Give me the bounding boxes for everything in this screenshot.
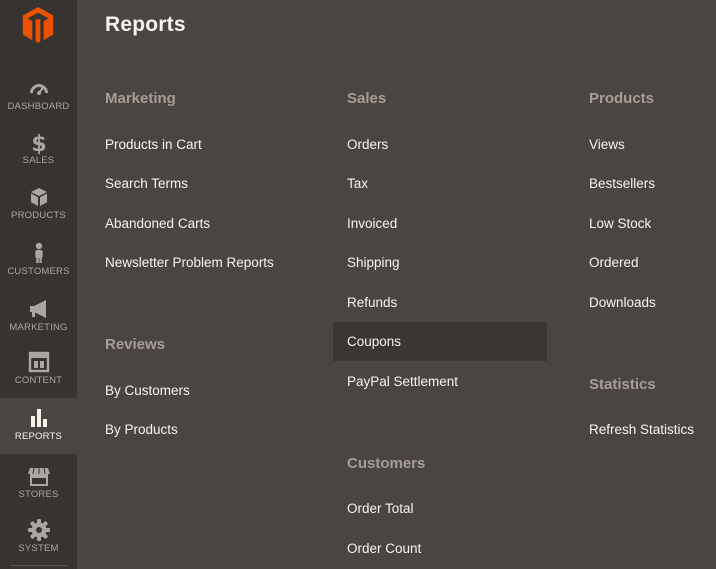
link-bestsellers[interactable]: Bestsellers xyxy=(589,176,655,191)
link-ordered[interactable]: Ordered xyxy=(589,255,639,270)
sidebar-item-label: STORES xyxy=(18,489,59,500)
heading-customers: Customers xyxy=(347,455,426,472)
dollar-icon: $ xyxy=(27,130,51,154)
heading-products: Products xyxy=(589,90,655,107)
sidebar-item-marketing[interactable]: MARKETING xyxy=(0,297,77,353)
sidebar-item-label: SALES xyxy=(22,155,55,166)
bar-chart-icon xyxy=(27,406,51,430)
link-abandoned-carts[interactable]: Abandoned Carts xyxy=(105,216,210,231)
sidebar-item-system[interactable]: SYSTEM xyxy=(0,518,77,569)
layout-icon xyxy=(27,350,51,374)
page-title: Reports xyxy=(105,13,186,36)
link-newsletter-problem-reports[interactable]: Newsletter Problem Reports xyxy=(105,255,274,270)
sidebar-item-label: REPORTS xyxy=(14,431,63,442)
heading-statistics: Statistics xyxy=(589,376,656,393)
megaphone-icon xyxy=(27,297,51,321)
link-refunds[interactable]: Refunds xyxy=(347,295,397,310)
sidebar-item-label: CUSTOMERS xyxy=(7,266,70,277)
person-icon xyxy=(27,241,51,265)
magento-logo-icon[interactable] xyxy=(20,6,56,44)
sidebar-item-sales[interactable]: $ SALES xyxy=(0,130,77,186)
admin-sidebar: DASHBOARD $ SALES PRODUCTS CUSTOMERS MAR… xyxy=(0,0,77,569)
link-invoiced[interactable]: Invoiced xyxy=(347,216,397,231)
link-by-customers[interactable]: By Customers xyxy=(105,383,190,398)
link-views[interactable]: Views xyxy=(589,137,625,152)
link-paypal-settlement[interactable]: PayPal Settlement xyxy=(347,374,458,389)
heading-sales: Sales xyxy=(347,90,387,107)
link-shipping[interactable]: Shipping xyxy=(347,255,400,270)
sidebar-item-dashboard[interactable]: DASHBOARD xyxy=(0,76,77,132)
admin-app: DASHBOARD $ SALES PRODUCTS CUSTOMERS MAR… xyxy=(0,0,716,569)
heading-marketing: Marketing xyxy=(105,90,176,107)
link-by-products[interactable]: By Products xyxy=(105,422,178,437)
link-products-in-cart[interactable]: Products in Cart xyxy=(105,137,202,152)
sidebar-item-label: CONTENT xyxy=(14,375,63,386)
link-refresh-statistics[interactable]: Refresh Statistics xyxy=(589,422,694,437)
speedometer-icon xyxy=(27,76,51,100)
gear-icon xyxy=(27,518,51,542)
sidebar-item-label: SYSTEM xyxy=(18,543,59,554)
sidebar-item-reports[interactable]: REPORTS xyxy=(0,398,77,454)
sidebar-item-customers[interactable]: CUSTOMERS xyxy=(0,241,77,297)
link-search-terms[interactable]: Search Terms xyxy=(105,176,188,191)
svg-text:$: $ xyxy=(31,132,46,154)
cube-icon xyxy=(27,185,51,209)
link-orders[interactable]: Orders xyxy=(347,137,388,152)
link-low-stock[interactable]: Low Stock xyxy=(589,216,651,231)
storefront-icon xyxy=(27,464,51,488)
link-order-count[interactable]: Order Count xyxy=(347,541,421,556)
link-coupons[interactable]: Coupons xyxy=(333,322,547,361)
heading-reviews: Reviews xyxy=(105,336,166,353)
sidebar-divider xyxy=(10,565,67,566)
sidebar-item-products[interactable]: PRODUCTS xyxy=(0,185,77,241)
sidebar-item-label: DASHBOARD xyxy=(7,101,70,112)
sidebar-item-stores[interactable]: STORES xyxy=(0,464,77,520)
sidebar-item-label: PRODUCTS xyxy=(11,210,66,221)
link-order-total[interactable]: Order Total xyxy=(347,501,414,516)
link-tax[interactable]: Tax xyxy=(347,176,368,191)
sidebar-item-label: MARKETING xyxy=(9,322,68,333)
link-downloads[interactable]: Downloads xyxy=(589,295,656,310)
